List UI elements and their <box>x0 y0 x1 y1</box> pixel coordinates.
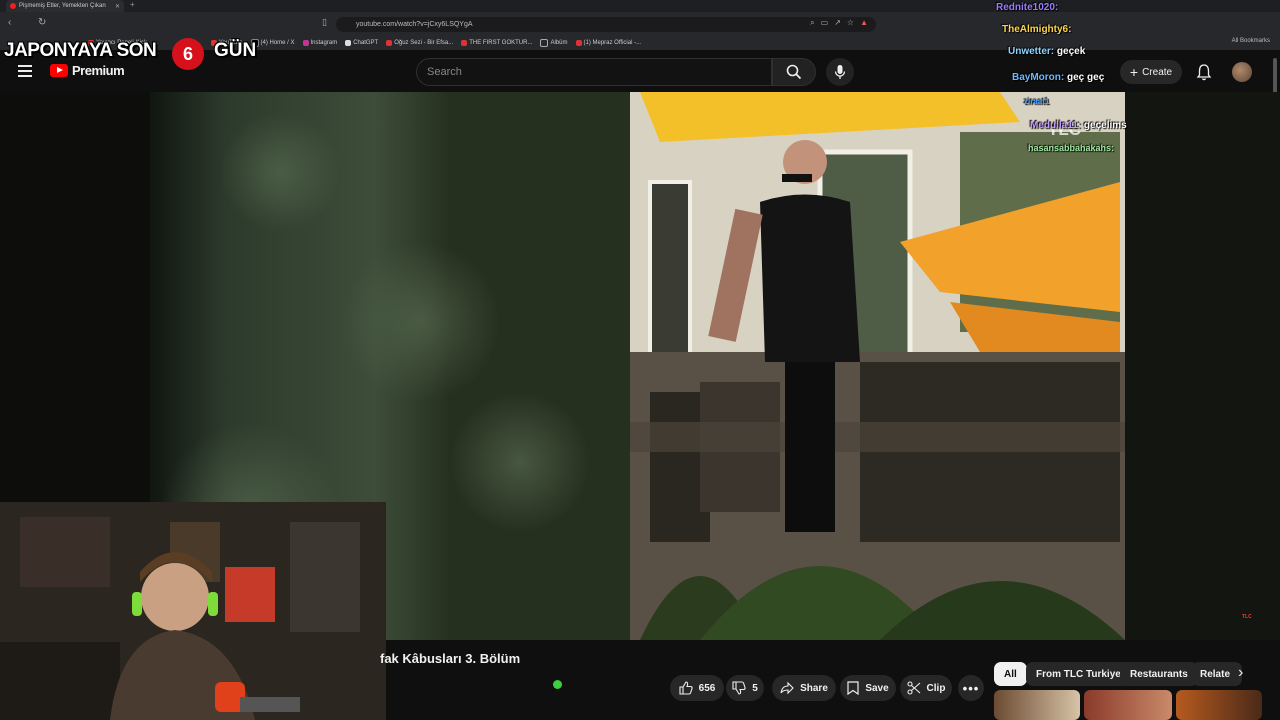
chat-message: ziraat1 <box>1024 97 1050 106</box>
recommended-thumbnail[interactable] <box>994 690 1080 720</box>
chat-message: hasansabbahakahs: <box>1028 143 1115 153</box>
instagram-favicon-icon <box>302 40 309 46</box>
bookmark-item[interactable]: (4) Home / X <box>250 39 295 47</box>
search-input[interactable]: Search <box>416 58 772 86</box>
dislike-button[interactable]: 5 <box>726 675 764 701</box>
back-icon[interactable]: ‹ <box>8 17 11 28</box>
star-icon[interactable]: ☆ <box>847 18 854 28</box>
more-actions-button[interactable]: ••• <box>958 675 984 701</box>
search-icon <box>786 64 802 80</box>
url-text: youtube.com/watch?v=jCxy6LSQYgA <box>356 21 473 28</box>
video-title: fak Kâbusları 3. Bölüm <box>380 651 521 666</box>
bookmark-favicon-icon <box>575 40 582 46</box>
avatar[interactable] <box>1232 62 1252 82</box>
countdown-day-badge: 6 <box>172 38 204 70</box>
close-tab-icon[interactable]: ✕ <box>115 3 120 10</box>
youtube-play-icon <box>50 64 68 77</box>
notifications-button[interactable] <box>1196 63 1212 86</box>
save-button[interactable]: Save <box>840 675 896 701</box>
reload-icon[interactable]: ↻ <box>38 17 46 28</box>
bell-icon <box>1196 64 1212 81</box>
countdown-suffix: GÜN <box>214 40 257 61</box>
address-bar[interactable]: youtube.com/watch?v=jCxy6LSQYgA ⌕ ▭ ↗ ☆ … <box>336 17 876 32</box>
chip-all[interactable]: All <box>994 662 1027 686</box>
extension-icon[interactable]: ▲ <box>860 18 868 28</box>
chevron-right-icon[interactable]: › <box>1238 664 1243 682</box>
cast-icon[interactable]: ▭ <box>821 18 829 28</box>
search-placeholder: Search <box>427 66 462 78</box>
bookmark-icon <box>847 681 859 695</box>
plus-icon: + <box>1129 64 1139 80</box>
chat-message: Rednite1020: <box>996 2 1059 13</box>
bookmark-item[interactable]: Oğuz Sezi - Bir Efsa... <box>386 40 453 46</box>
share-page-icon[interactable]: ↗ <box>834 18 841 28</box>
chat-message: BayMoron: geç geç <box>1012 72 1105 83</box>
countdown-text: JAPONYAYA SON <box>4 40 157 61</box>
microphone-icon <box>834 65 846 79</box>
share-icon <box>780 681 794 695</box>
clip-button[interactable]: Clip <box>900 675 952 701</box>
chatgpt-favicon-icon <box>345 40 352 46</box>
bookmark-item[interactable]: Instagram <box>302 40 337 46</box>
bookmark-item[interactable]: (1) Mepraz Official -... <box>575 40 641 46</box>
logo-text: Premium <box>72 63 125 78</box>
new-tab-icon[interactable]: + <box>130 0 135 9</box>
youtube-favicon-icon <box>10 3 16 9</box>
webcam-feed <box>0 502 386 720</box>
youtube-logo[interactable]: Premium <box>50 63 125 78</box>
search-button[interactable] <box>772 58 816 86</box>
like-button[interactable]: 656 <box>670 675 724 701</box>
more-icon: ••• <box>962 680 980 696</box>
recommended-thumbnail[interactable] <box>1176 690 1262 720</box>
bookmark-page-icon[interactable]: ▯ <box>322 17 327 28</box>
bookmark-favicon-icon <box>386 40 393 46</box>
zoom-icon[interactable]: ⌕ <box>810 18 814 28</box>
address-bar-actions: ⌕ ▭ ↗ ☆ ▲ <box>810 18 868 28</box>
chip-from-channel[interactable]: From TLC Turkiye <box>1026 662 1131 686</box>
chip-related[interactable]: Relate <box>1192 662 1242 686</box>
all-bookmarks-button[interactable]: All Bookmarks <box>1232 38 1270 44</box>
recommended-thumbnail[interactable] <box>1084 690 1172 720</box>
share-button[interactable]: Share <box>772 675 836 701</box>
tab-title: Pişmemiş Etler, Yemekten Çıkan <box>19 3 106 9</box>
thumbs-up-icon <box>679 681 693 695</box>
bookmark-item[interactable]: ChatGPT <box>345 40 378 46</box>
browser-tab[interactable]: Pişmemiş Etler, Yemekten Çıkan ✕ <box>6 0 124 12</box>
thumbs-down-icon <box>732 681 746 695</box>
folder-icon <box>540 39 549 47</box>
bookmark-favicon-icon <box>461 40 468 46</box>
chat-message: TheAlmighty6: <box>1002 24 1072 35</box>
live-indicator-icon <box>553 680 562 689</box>
chat-message: Medulla11: geçelims <box>1030 120 1127 131</box>
chip-restaurants[interactable]: Restaurants <box>1120 662 1198 686</box>
browser-tab-bar: Pişmemiş Etler, Yemekten Çıkan ✕ + <box>0 0 1280 12</box>
bookmark-item[interactable]: Albüm <box>540 39 568 47</box>
webcam-overlay <box>0 502 386 720</box>
menu-icon[interactable] <box>18 62 32 80</box>
scissors-icon <box>906 681 920 695</box>
voice-search-button[interactable] <box>826 58 854 86</box>
create-button[interactable]: + Create <box>1120 60 1182 84</box>
chat-message: Unwetter: geçek <box>1008 46 1086 57</box>
bookmark-item[interactable]: THE FIRST GOKTUR... <box>461 40 532 46</box>
tlc-corner-logo: TLC <box>1242 614 1252 620</box>
